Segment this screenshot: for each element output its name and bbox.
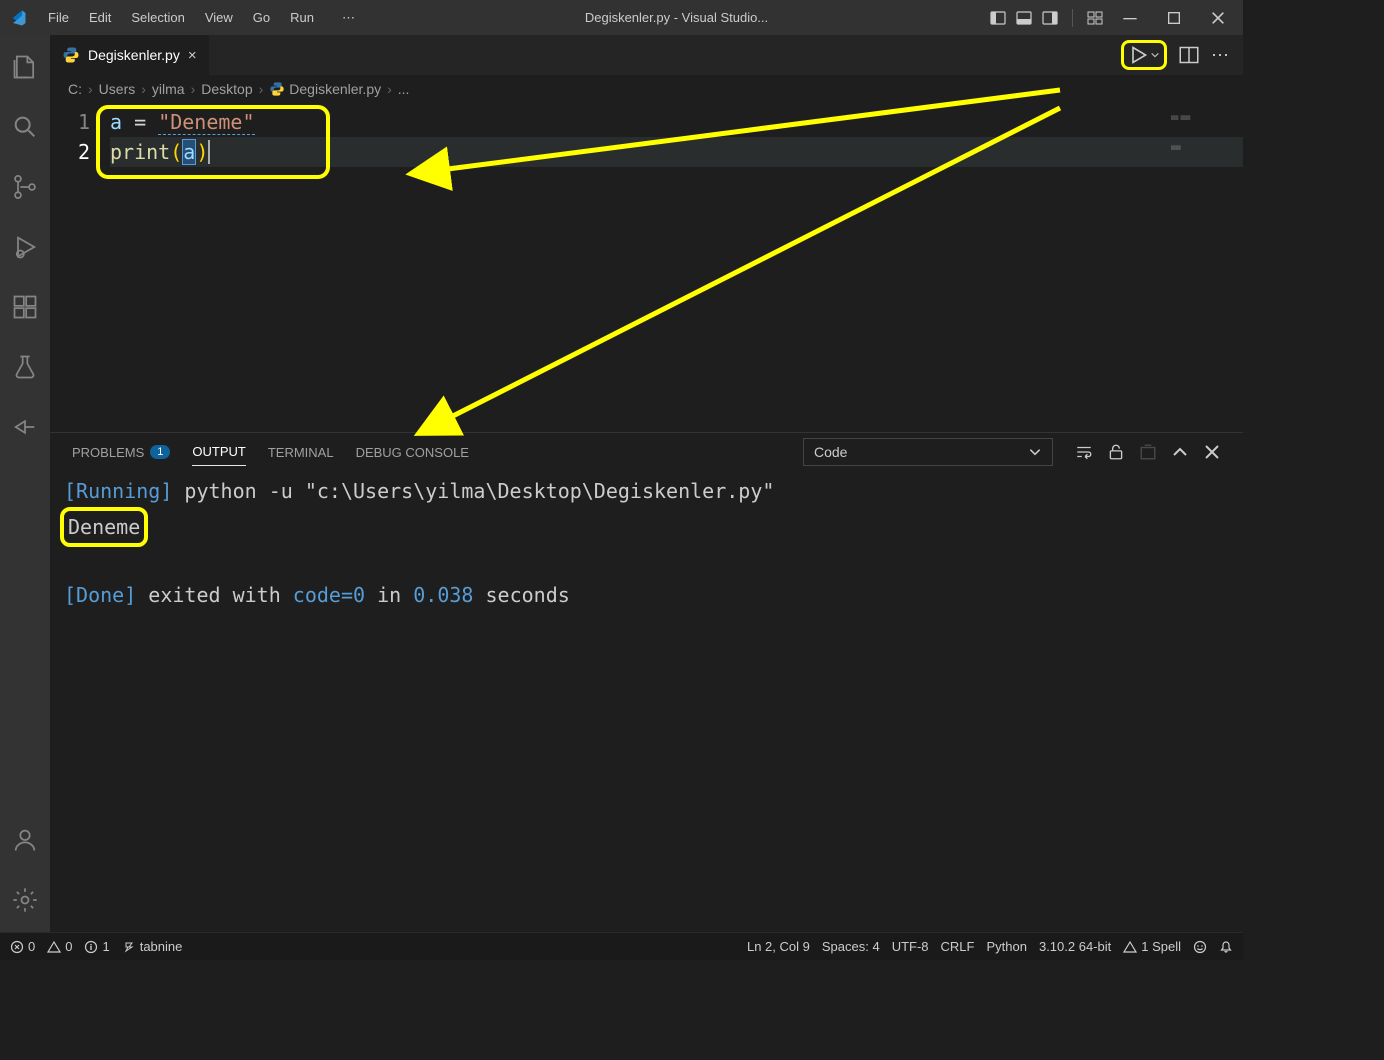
status-encoding[interactable]: UTF-8 [892,939,929,954]
status-tabnine[interactable]: tabnine [122,939,183,954]
breadcrumb-part[interactable]: C: [68,81,82,97]
menu-selection[interactable]: Selection [123,6,192,30]
done-tag: [Done] [64,583,136,607]
customize-layout-icon[interactable] [1087,10,1103,26]
remote-icon[interactable] [0,403,50,451]
layout-sidebar-right-icon[interactable] [1042,10,1058,26]
clear-output-icon[interactable] [1139,443,1157,461]
panel-tab-debug-console[interactable]: DEBUG CONSOLE [356,439,469,466]
breadcrumb-part[interactable]: Users [99,81,136,97]
explorer-icon[interactable] [0,43,50,91]
editor-tab[interactable]: Degiskenler.py × [50,35,209,75]
menu-view[interactable]: View [197,6,241,30]
titlebar: File Edit Selection View Go Run ⋯ Degisk… [0,0,1243,35]
window-title: Degiskenler.py - Visual Studio... [363,10,990,25]
menu-edit[interactable]: Edit [81,6,119,30]
running-tag: [Running] [64,479,172,503]
python-file-icon [269,81,285,97]
tab-more-icon[interactable]: ⋯ [1211,45,1229,66]
menu-run[interactable]: Run [282,6,322,30]
line-number-gutter: 1 2 [50,107,110,432]
lock-icon[interactable] [1107,443,1125,461]
source-control-icon[interactable] [0,163,50,211]
activity-bar [0,35,50,932]
maximize-button[interactable] [1157,6,1191,30]
settings-gear-icon[interactable] [0,876,50,924]
status-language[interactable]: Python [986,939,1026,954]
bottom-panel: PROBLEMS1 OUTPUT TERMINAL DEBUG CONSOLE … [50,432,1243,932]
status-interpreter[interactable]: 3.10.2 64-bit [1039,939,1111,954]
run-debug-icon[interactable] [0,223,50,271]
output-content[interactable]: [Running] python -u "c:\Users\yilma\Desk… [50,471,1243,932]
close-button[interactable] [1201,6,1235,30]
testing-icon[interactable] [0,343,50,391]
chevron-down-icon [1028,445,1042,459]
minimize-button[interactable] [1113,6,1147,30]
code-editor[interactable]: 1 2 a = "Deneme" print(a) ███ ████████ [50,103,1243,432]
menu-go[interactable]: Go [245,6,278,30]
breadcrumb[interactable]: C:› Users› yilma› Desktop› Degiskenler.p… [50,75,1243,103]
split-editor-icon[interactable] [1179,45,1199,65]
accounts-icon[interactable] [0,816,50,864]
extensions-icon[interactable] [0,283,50,331]
panel-close-icon[interactable] [1203,443,1221,461]
panel-tab-problems[interactable]: PROBLEMS1 [72,439,170,466]
main-menu: File Edit Selection View Go Run ⋯ [40,6,363,30]
panel-tab-terminal[interactable]: TERMINAL [268,439,334,466]
vscode-logo-icon [8,8,28,28]
chevron-down-icon[interactable] [1150,50,1160,60]
breadcrumb-part[interactable]: Desktop [201,81,252,97]
menu-file[interactable]: File [40,6,77,30]
tab-filename: Degiskenler.py [88,47,180,63]
problems-badge: 1 [150,445,170,459]
word-wrap-icon[interactable] [1075,443,1093,461]
status-warnings[interactable]: 0 [47,939,72,954]
menu-more-icon[interactable]: ⋯ [334,6,363,30]
play-icon [1128,45,1148,65]
status-spaces[interactable]: Spaces: 4 [822,939,880,954]
annotation-highlight-output: Deneme [60,507,148,547]
chevron-up-icon[interactable] [1171,443,1189,461]
status-info[interactable]: 1 [84,939,109,954]
python-file-icon [62,46,80,64]
status-feedback-icon[interactable] [1193,940,1207,954]
output-channel-select[interactable]: Code [803,438,1053,466]
minimap[interactable]: ███ ████████ [1171,103,1241,153]
run-code-button[interactable] [1121,40,1167,70]
panel-tab-output[interactable]: OUTPUT [192,438,245,466]
status-bar: 0 0 1 tabnine Ln 2, Col 9 Spaces: 4 UTF-… [0,932,1243,960]
status-lncol[interactable]: Ln 2, Col 9 [747,939,810,954]
status-notifications-icon[interactable] [1219,940,1233,954]
status-errors[interactable]: 0 [10,939,35,954]
editor-tabs: Degiskenler.py × ⋯ [50,35,1243,75]
breadcrumb-part[interactable]: yilma [152,81,185,97]
tab-close-icon[interactable]: × [188,47,197,64]
search-icon[interactable] [0,103,50,151]
breadcrumb-part[interactable]: ... [398,81,410,97]
status-eol[interactable]: CRLF [941,939,975,954]
layout-sidebar-left-icon[interactable] [990,10,1006,26]
status-spell[interactable]: 1 Spell [1123,939,1181,954]
layout-panel-icon[interactable] [1016,10,1032,26]
breadcrumb-part[interactable]: Degiskenler.py [289,81,381,97]
